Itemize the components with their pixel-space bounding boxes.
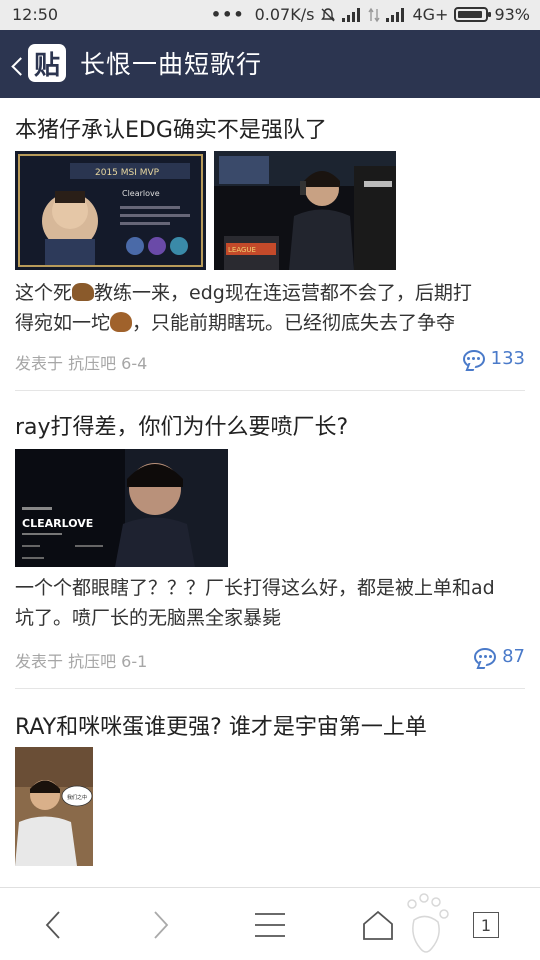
tieba-logo-icon[interactable]: 贴 <box>28 44 66 82</box>
comment-bubble-icon <box>474 647 497 666</box>
msi-mvp-thumbnail[interactable]: 2015 MSI MVP Clearlove <box>15 151 206 270</box>
post-title[interactable]: ray打得差，你们为什么要喷厂长? <box>15 409 348 441</box>
horse-emoji-icon <box>72 283 95 301</box>
post-item[interactable]: 本猪仔承认EDG确实不是强队了 2015 MSI MVP Clearlove L… <box>0 98 540 391</box>
nav-forward-button[interactable] <box>133 900 189 950</box>
post-excerpt[interactable]: 一个个都眼瞎了？？？厂长打得这么好，都是被上单和ad 坑了。喷厂长的无脑黑全家暴… <box>15 573 530 633</box>
clearlove-card-thumbnail[interactable]: CLEARLOVE <box>15 449 228 567</box>
comment-count: 133 <box>490 348 525 369</box>
menu-icon <box>255 913 285 937</box>
network-speed: 0.07K/s <box>254 5 315 24</box>
excerpt-text: 教练一来，edg现在连运营都不会了，后期打 <box>94 282 472 304</box>
status-time: 12:50 <box>12 5 59 24</box>
chevron-right-icon <box>154 911 169 939</box>
paw-watermark-icon <box>407 893 449 953</box>
nav-back-button[interactable] <box>25 900 81 950</box>
battery-icon <box>454 7 492 22</box>
tab-count-icon: 1 <box>473 912 499 938</box>
back-chevron-icon <box>11 56 30 76</box>
excerpt-line: 这个死 教练一来，edg现在连运营都不会了，后期打 <box>15 278 530 308</box>
signal-strength-icon <box>342 7 362 22</box>
excerpt-text: 这个死 <box>15 282 73 304</box>
app-header: 贴 长恨一曲短歌行 <box>0 30 540 98</box>
excerpt-text: 得宛如一坨 <box>15 312 111 334</box>
excerpt-text: ，只能前期瞎玩。已经彻底失去了争夺 <box>132 312 456 334</box>
more-notifications-icon: ••• <box>210 5 245 24</box>
svg-text:2015 MSI MVP: 2015 MSI MVP <box>95 168 160 178</box>
svg-text:LEAGUE: LEAGUE <box>228 246 256 254</box>
post-meta: 发表于 抗压吧 6-4 <box>15 354 148 373</box>
network-type: 4G+ <box>412 5 449 24</box>
post-title[interactable]: RAY和咪咪蛋谁更强? 谁才是宇宙第一上单 <box>15 709 427 741</box>
meme-bubble-text: 我们之中 <box>67 794 87 801</box>
booth-photo-thumbnail[interactable]: LEAGUE <box>214 151 396 270</box>
page-title: 长恨一曲短歌行 <box>80 50 263 79</box>
poop-emoji-icon <box>110 312 133 332</box>
chevron-left-icon <box>45 911 60 939</box>
nav-tabs-button[interactable]: 1 <box>458 900 514 950</box>
meme-photo-thumbnail[interactable]: 我们之中 <box>15 747 93 866</box>
nav-menu-button[interactable] <box>242 900 298 950</box>
svg-text:CLEARLOVE: CLEARLOVE <box>22 517 93 530</box>
nav-home-button[interactable] <box>350 900 406 950</box>
data-transfer-icon <box>368 7 381 22</box>
status-bar: 12:50 ••• 0.07K/s 4G+ 93% <box>0 0 540 30</box>
home-icon <box>363 910 393 940</box>
bottom-navigation: 1 <box>0 887 540 960</box>
post-item[interactable]: ray打得差，你们为什么要喷厂长? CLEARLOVE 一个个都眼瞎了？？？厂长… <box>0 391 540 689</box>
post-title[interactable]: 本猪仔承认EDG确实不是强队了 <box>15 112 327 144</box>
post-feed[interactable]: 本猪仔承认EDG确实不是强队了 2015 MSI MVP Clearlove L… <box>0 98 540 887</box>
comment-count-button[interactable]: 87 <box>474 646 525 667</box>
battery-percent: 93% <box>494 5 530 24</box>
excerpt-line: 得宛如一坨 ，只能前期瞎玩。已经彻底失去了争夺 <box>15 308 530 338</box>
status-icons: ••• 0.07K/s 4G+ 93% <box>211 5 530 24</box>
mute-bell-icon <box>321 7 336 21</box>
excerpt-line: 一个个都眼瞎了？？？厂长打得这么好，都是被上单和ad <box>15 577 495 599</box>
signal-strength-icon-2 <box>386 7 406 22</box>
excerpt-line: 坑了。喷厂长的无脑黑全家暴毙 <box>15 607 282 629</box>
comment-count-button[interactable]: 133 <box>462 348 525 369</box>
post-meta: 发表于 抗压吧 6-1 <box>15 652 148 671</box>
comment-count: 87 <box>502 646 525 667</box>
post-excerpt[interactable]: 这个死 教练一来，edg现在连运营都不会了，后期打 得宛如一坨 ，只能前期瞎玩。已经… <box>15 278 530 338</box>
svg-text:Clearlove: Clearlove <box>122 189 160 198</box>
comment-bubble-icon <box>462 349 485 368</box>
post-item[interactable]: RAY和咪咪蛋谁更强? 谁才是宇宙第一上单 我们之中 <box>0 689 540 887</box>
